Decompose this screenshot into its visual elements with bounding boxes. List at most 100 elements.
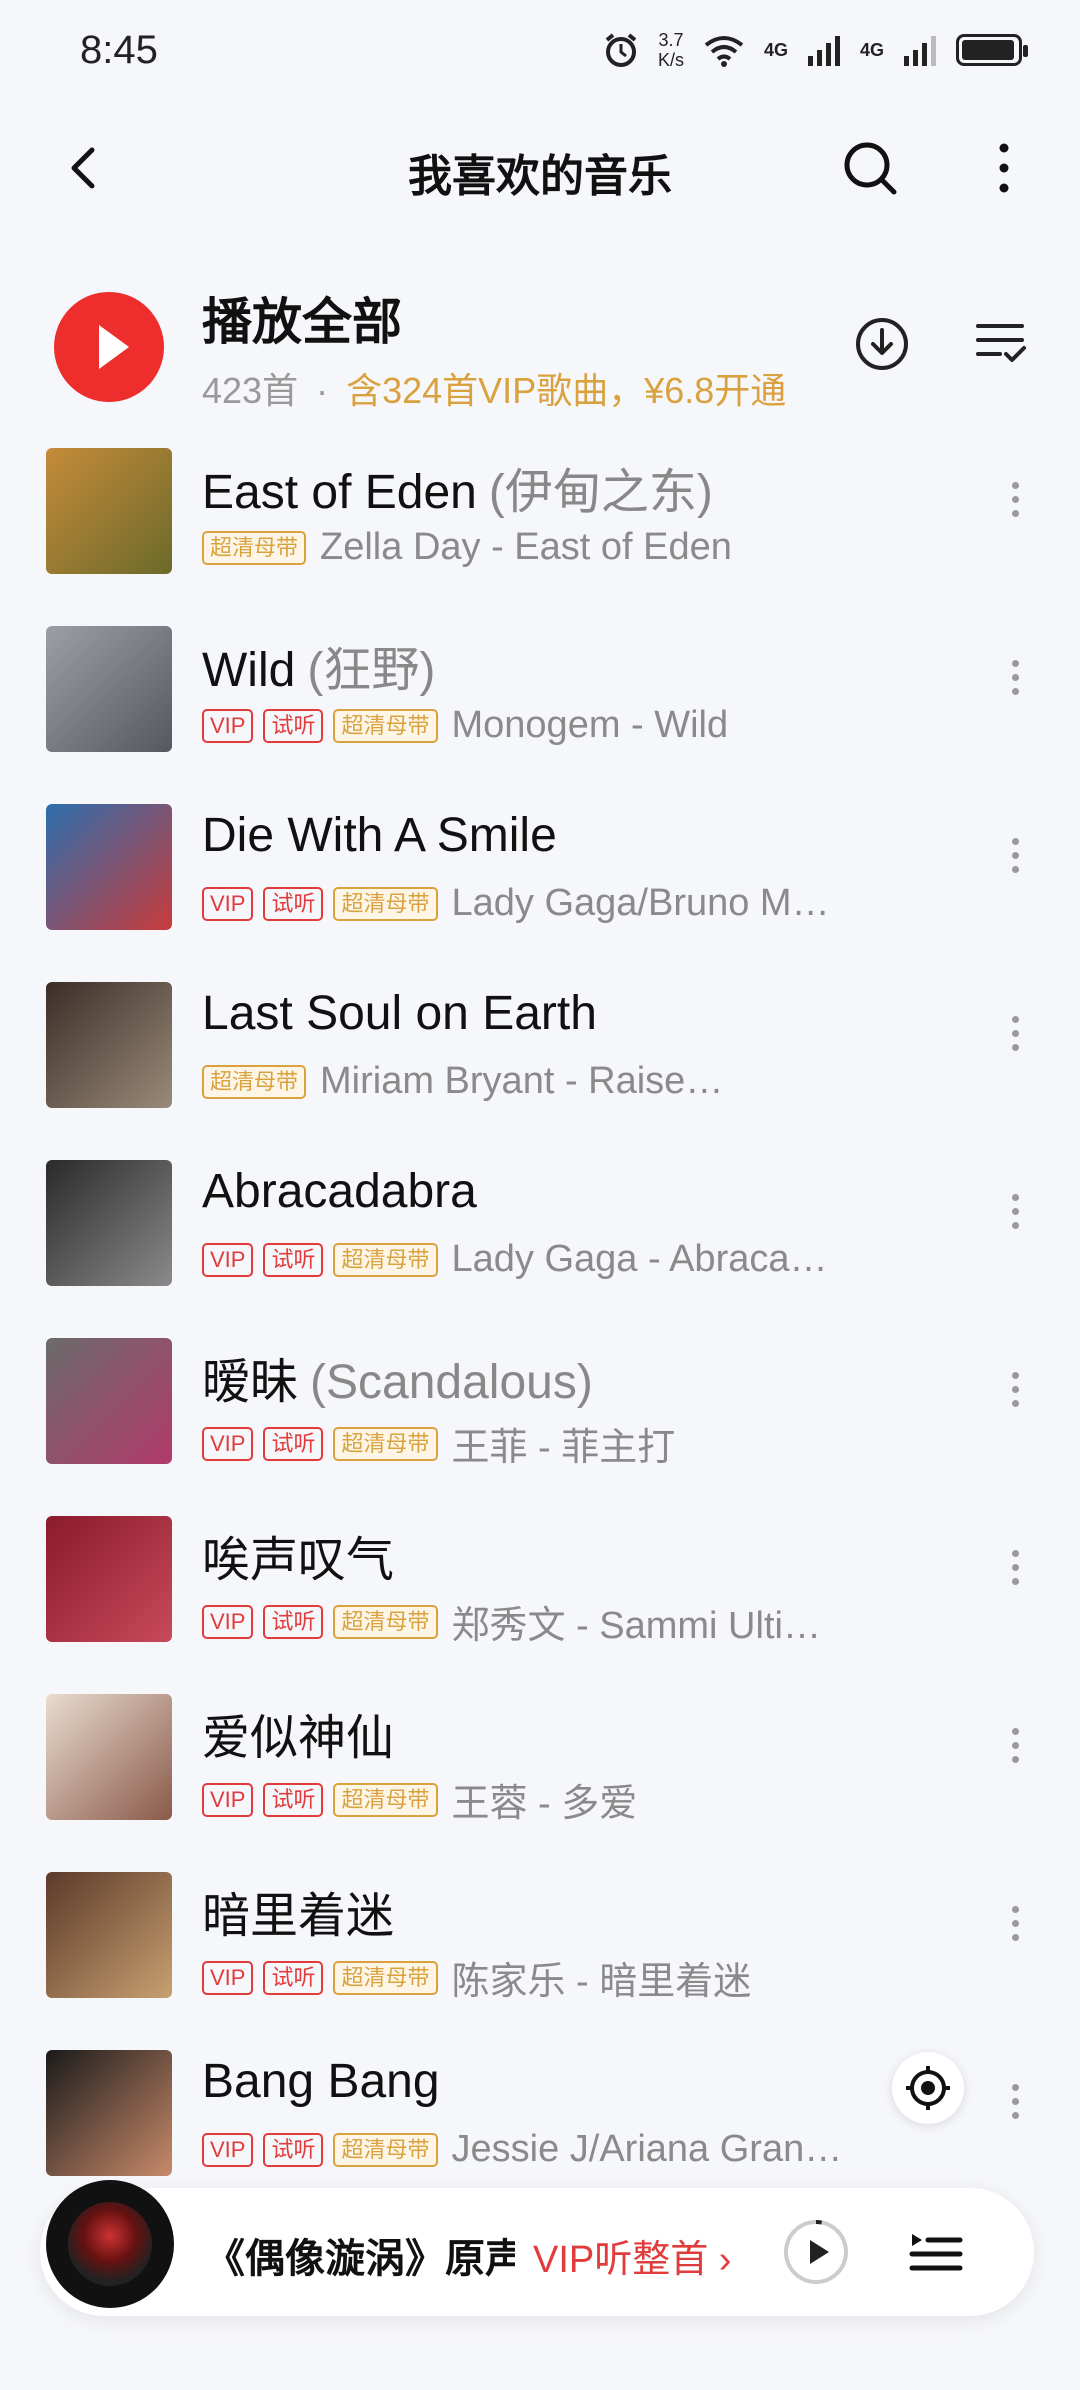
song-row[interactable]: Wild (狂野) VIP 试听 超清母带 Monogem - Wild <box>0 608 1080 786</box>
quality-badge: VIP <box>202 1960 254 1995</box>
quality-badge: 试听 <box>263 1604 324 1639</box>
album-cover <box>46 2050 172 2176</box>
song-title-main: 爱似神仙 <box>202 1712 395 1765</box>
song-artist-album: Monogem - Wild <box>451 704 729 746</box>
song-title-main: 暗里着迷 <box>202 1890 395 1943</box>
song-row[interactable]: Last Soul on Earth 超清母带 Miriam Bryant - Ra… <box>0 964 1080 1142</box>
song-more-icon[interactable] <box>1000 1722 1030 1782</box>
song-count: 423首 <box>202 370 299 411</box>
quality-badge: 试听 <box>263 1960 324 1995</box>
song-row[interactable]: 唉声叹气 VIP 试听 超清母带 郑秀文 - Sammi Ulti… <box>0 1498 1080 1676</box>
download-icon[interactable] <box>852 314 912 374</box>
song-meta: VIP 试听 超清母带 陈家乐 - 暗里着迷 <box>202 1950 751 2005</box>
song-more-icon[interactable] <box>1000 1188 1030 1248</box>
song-more-icon[interactable] <box>1000 832 1030 892</box>
song-more-icon[interactable] <box>1000 1010 1030 1070</box>
song-artist-album: 王菲 - 菲主打 <box>451 1427 676 1469</box>
song-title-main: 唉声叹气 <box>202 1534 395 1587</box>
quality-badge: 超清母带 <box>202 1064 307 1099</box>
song-artist-album: Zella Day - East of Eden <box>320 526 732 568</box>
song-more-icon[interactable] <box>1000 1366 1030 1426</box>
song-title: Wild (狂野) <box>202 630 435 700</box>
song-meta: VIP 试听 超清母带 王蓉 - 多爱 <box>202 1772 637 1827</box>
vip-promo-link[interactable]: 含324首VIP歌曲，¥6.8开通 <box>346 370 786 411</box>
album-cover <box>46 448 172 574</box>
album-cover <box>46 1694 172 1820</box>
song-meta: VIP 试听 超清母带 王菲 - 菲主打 <box>202 1416 675 1471</box>
header: 我喜欢的音乐 <box>0 118 1080 218</box>
net-speed-unit: K/s <box>657 50 684 70</box>
album-disc[interactable] <box>46 2180 174 2308</box>
play-icon[interactable] <box>782 2218 850 2286</box>
quality-badge: 超清母带 <box>202 530 307 565</box>
quality-badge: 超清母带 <box>333 1604 438 1639</box>
song-meta: VIP 试听 超清母带 郑秀文 - Sammi Ulti… <box>202 1594 821 1649</box>
sort-list-icon[interactable] <box>974 316 1028 370</box>
album-cover <box>46 804 172 930</box>
song-title-main: Bang Bang <box>202 2055 440 2108</box>
search-icon[interactable] <box>838 136 902 200</box>
locate-current-button[interactable] <box>892 2052 964 2124</box>
song-meta: VIP 试听 超清母带 Lady Gaga/Bruno M… <box>202 882 830 925</box>
album-cover <box>46 1516 172 1642</box>
song-more-icon[interactable] <box>1000 1900 1030 1960</box>
quality-badge: 试听 <box>263 1242 324 1277</box>
song-title: 暧昧 (Scandalous) <box>202 1342 593 1412</box>
song-more-icon[interactable] <box>1000 1544 1030 1604</box>
song-row[interactable]: Abracadabra VIP 试听 超清母带 Lady Gaga - Abraca… <box>0 1142 1080 1320</box>
quality-badge: 超清母带 <box>333 708 438 743</box>
quality-badge: 超清母带 <box>333 2132 438 2167</box>
quality-badge: VIP <box>202 2132 254 2167</box>
player-track-title[interactable]: 《偶像漩涡》原声 <box>205 2226 515 2284</box>
song-meta: VIP 试听 超清母带 Jessie J/Ariana Gran… <box>202 2128 842 2171</box>
album-cover <box>46 1160 172 1286</box>
net-speed-value: 3.7 <box>658 30 684 50</box>
song-meta: 超清母带 Miriam Bryant - Raised in Rain <box>202 1060 740 1103</box>
song-title: 暗里着迷 <box>202 1876 394 1946</box>
song-row[interactable]: East of Eden (伊甸之东) 超清母带 Zella Day - East o… <box>0 430 1080 608</box>
song-title: 爱似神仙 <box>202 1698 394 1768</box>
play-all-subtitle: 423首 · 含324首VIP歌曲，¥6.8开通 <box>202 362 786 414</box>
play-all-label[interactable]: 播放全部 <box>202 282 402 354</box>
song-row[interactable]: 暗里着迷 VIP 试听 超清母带 陈家乐 - 暗里着迷 <box>0 1854 1080 2032</box>
page-title: 我喜欢的音乐 <box>408 152 672 201</box>
song-title: Abracadabra <box>202 1164 477 1219</box>
playlist-icon[interactable] <box>906 2220 966 2280</box>
song-title-main: Wild <box>202 644 296 697</box>
song-more-icon[interactable] <box>1000 476 1030 536</box>
song-row[interactable]: 暧昧 (Scandalous) VIP 试听 超清母带 王菲 - 菲主打 <box>0 1320 1080 1498</box>
song-row[interactable]: 爱似神仙 VIP 试听 超清母带 王蓉 - 多爱 <box>0 1676 1080 1854</box>
status-bar: 8:45 3.7 K/s 4G 4G <box>0 0 1080 105</box>
network-type-1: 4G <box>763 39 788 60</box>
quality-badge: 试听 <box>263 2132 324 2167</box>
mini-player[interactable]: 《偶像漩涡》原声 VIP听整首 › <box>40 2180 1034 2316</box>
play-all-button[interactable] <box>54 292 164 402</box>
vip-full-listen-link[interactable]: VIP听整首 › <box>533 2228 731 2283</box>
album-cover <box>46 1338 172 1464</box>
song-artist-album: 郑秀文 - Sammi Ulti… <box>451 1605 821 1647</box>
play-all-bar: 播放全部 423首 · 含324首VIP歌曲，¥6.8开通 <box>0 270 1080 420</box>
more-vertical-icon[interactable] <box>984 136 1024 200</box>
song-title-alt: (狂野) <box>307 644 436 697</box>
quality-badge: VIP <box>202 886 254 921</box>
song-artist-album: 陈家乐 - 暗里着迷 <box>451 1961 752 2003</box>
quality-badge: 超清母带 <box>333 1426 438 1461</box>
quality-badge: 试听 <box>263 1782 324 1817</box>
song-artist-album: Miriam Bryant - Raised in Rain <box>320 1060 740 1102</box>
song-title-alt: (Scandalous) <box>310 1356 593 1409</box>
song-meta: VIP 试听 超清母带 Monogem - Wild <box>202 704 728 747</box>
quality-badge: VIP <box>202 1242 254 1277</box>
song-meta: 超清母带 Zella Day - East of Eden <box>202 526 732 569</box>
quality-badge: 超清母带 <box>333 1782 438 1817</box>
song-artist-album: Lady Gaga/Bruno M… <box>451 882 830 924</box>
quality-badge: 试听 <box>263 886 324 921</box>
song-artist-album: 王蓉 - 多爱 <box>451 1783 638 1825</box>
song-row[interactable]: Die With A Smile VIP 试听 超清母带 Lady Gaga/Bruno… <box>0 786 1080 964</box>
song-more-icon[interactable] <box>1000 654 1030 714</box>
song-meta: VIP 试听 超清母带 Lady Gaga - Abraca… <box>202 1238 828 1281</box>
song-title: Die With A Smile <box>202 808 557 863</box>
song-more-icon[interactable] <box>1000 2078 1030 2138</box>
album-art <box>68 2202 152 2286</box>
signal-icon <box>807 36 840 66</box>
quality-badge: VIP <box>202 1426 254 1461</box>
